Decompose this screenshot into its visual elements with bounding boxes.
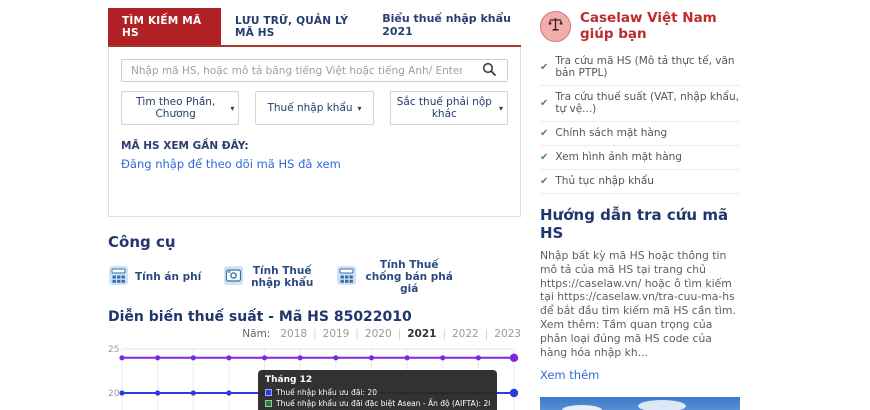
legend-swatch-blue [265,389,272,396]
calculator-icon [108,265,129,290]
year-2019[interactable]: 2019 [307,328,349,340]
tooltip-value: 20 [367,388,377,397]
filter-import-tax[interactable]: Thuế nhập khẩu ▾ [255,91,373,125]
check-icon: ✔ [540,62,548,73]
tooltip-title: Tháng 12 [265,375,490,385]
read-more-link[interactable]: Xem thêm [540,368,599,382]
search-button[interactable] [471,60,507,81]
year-selector: Năm: 201820192020202120222023 [108,328,521,340]
feature-text: Thủ tục nhập khẩu [555,175,654,187]
year-label: Năm: [242,328,270,340]
chart-title: Diễn biến thuế suất - Mã HS 85022010 [108,309,521,325]
year-2022[interactable]: 2022 [436,328,478,340]
tool-label: Tính án phí [135,271,201,283]
recent-hs-title: MÃ HS XEM GẦN ĐÂY: [121,140,508,152]
search-panel: Tìm theo Phần, Chương ▾ Thuế nhập khẩu ▾… [108,47,521,217]
login-to-track-link[interactable]: Đăng nhập để theo dõi mã HS đã xem [121,157,341,171]
year-2023[interactable]: 2023 [479,328,521,340]
tax-rate-chart[interactable]: 2025 Tháng 12 Thuế nhập khẩu ưu đãi20 Th… [108,342,521,410]
caret-down-icon: ▾ [230,104,234,113]
search-group [121,59,508,82]
camera-calculator-icon [223,265,244,290]
tool-court-fee-calculator[interactable]: Tính án phí [108,265,201,290]
filter-label: Sắc thuế phải nộp khác [395,96,494,120]
guide-body-text: Nhập bất kỳ mã HS hoặc thông tin mô tả c… [540,249,740,360]
filter-other-taxes[interactable]: Sắc thuế phải nộp khác ▾ [390,91,508,125]
tool-label: Tính Thuế chống bán phá giá [363,259,455,295]
feature-text: Tra cứu thuế suất (VAT, nhập khẩu, tự vệ… [555,91,740,115]
tariff-schedule-link[interactable]: Biểu thuế nhập khẩu 2021 [382,12,521,42]
brand-row: Caselaw Việt Nam giúp bạn [540,10,740,42]
search-input[interactable] [122,60,471,81]
tooltip-row: Thuế nhập khẩu ưu đãi20 [265,387,490,398]
tools-section: Công cụ Tính án phí Tính Thuế nhập khẩu [108,233,521,295]
caret-down-icon: ▾ [499,104,503,113]
caret-down-icon: ▾ [358,104,362,113]
sidebar-heading: Caselaw Việt Nam giúp bạn [580,10,740,42]
feature-item-procedures: ✔ Thủ tục nhập khẩu [540,170,740,194]
tooltip-value: 20 [483,399,490,408]
tools-row: Tính án phí Tính Thuế nhập khẩu Tính Thu… [108,259,521,295]
scales-of-justice-icon [547,16,564,37]
tab-manage-hs[interactable]: LƯU TRỮ, QUẢN LÝ MÃ HS [221,8,382,45]
tool-label: Tính Thuế nhập khẩu [250,265,314,289]
legend-swatch-green [265,400,272,407]
filter-label: Tìm theo Phần, Chương [126,96,225,120]
check-icon: ✔ [540,128,548,139]
tooltip-label: Thuế nhập khẩu ưu đãi đặc biệt Asean - Ấ… [276,399,483,408]
feature-item-tax-rate: ✔ Tra cứu thuế suất (VAT, nhập khẩu, tự … [540,86,740,122]
filter-row: Tìm theo Phần, Chương ▾ Thuế nhập khẩu ▾… [121,91,508,125]
svg-text:20: 20 [108,389,120,399]
year-2018[interactable]: 2018 [280,328,307,340]
hs-code-lookup-page: TÌM KIẾM MÃ HS LƯU TRỮ, QUẢN LÝ MÃ HS Bi… [0,0,870,410]
recent-hs-section: MÃ HS XEM GẦN ĐÂY: Đăng nhập để theo dõi… [121,140,508,172]
check-icon: ✔ [540,98,548,109]
year-2021-active[interactable]: 2021 [392,328,437,340]
tool-import-tax-calculator[interactable]: Tính Thuế nhập khẩu [223,265,314,290]
sidebar: Caselaw Việt Nam giúp bạn ✔ Tra cứu mã H… [540,10,740,410]
feature-text: Xem hình ảnh mặt hàng [555,151,682,163]
tooltip-row: Thuế nhập khẩu ưu đãi đặc biệt Asean - Ấ… [265,398,490,409]
feature-item-policy: ✔ Chính sách mặt hàng [540,122,740,146]
filter-section-chapter[interactable]: Tìm theo Phần, Chương ▾ [121,91,239,125]
check-icon: ✔ [540,176,548,187]
tab-search-hs[interactable]: TÌM KIẾM MÃ HS [108,8,221,45]
check-icon: ✔ [540,152,548,163]
filter-label: Thuế nhập khẩu [267,102,352,114]
feature-list: ✔ Tra cứu mã HS (Mô tả thực tế, văn bản … [540,50,740,194]
feature-text: Tra cứu mã HS (Mô tả thực tế, văn bản PT… [555,55,740,79]
caselaw-logo [540,11,571,42]
search-icon [482,62,496,79]
feature-text: Chính sách mặt hàng [555,127,667,139]
guide-heading: Hướng dẫn tra cứu mã HS [540,206,740,242]
feature-item-images: ✔ Xem hình ảnh mặt hàng [540,146,740,170]
tools-heading: Công cụ [108,233,521,251]
tab-bar: TÌM KIẾM MÃ HS LƯU TRỮ, QUẢN LÝ MÃ HS Bi… [108,8,521,47]
year-2020[interactable]: 2020 [349,328,391,340]
main-column: TÌM KIẾM MÃ HS LƯU TRỮ, QUẢN LÝ MÃ HS Bi… [108,8,521,410]
chart-tooltip: Tháng 12 Thuế nhập khẩu ưu đãi20 Thuế nh… [258,370,497,410]
tooltip-label: Thuế nhập khẩu ưu đãi [276,388,367,397]
calculator-icon [336,265,357,290]
feature-item-hs-lookup: ✔ Tra cứu mã HS (Mô tả thực tế, văn bản … [540,50,740,86]
tool-antidumping-tax-calculator[interactable]: Tính Thuế chống bán phá giá [336,259,455,295]
port-photo [540,397,740,410]
svg-text:25: 25 [108,345,119,355]
